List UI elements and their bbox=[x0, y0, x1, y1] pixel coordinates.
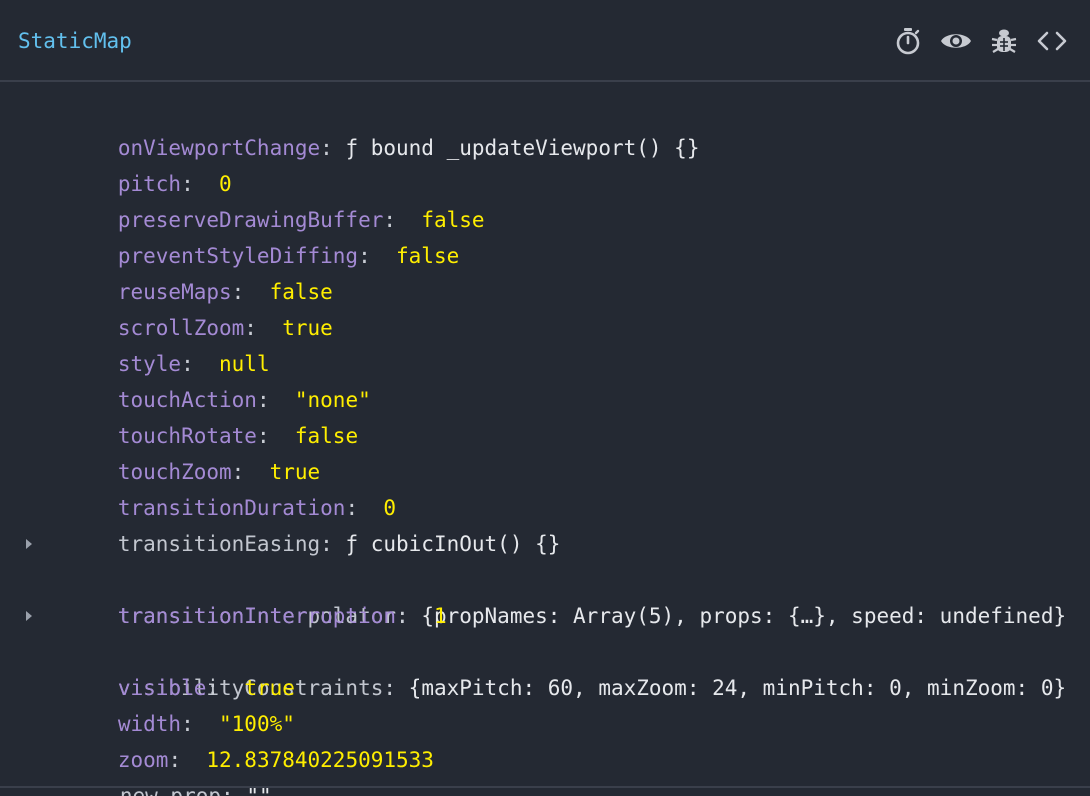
bottom-divider bbox=[0, 786, 1090, 788]
props-list: onViewportChange: ƒ bound _updateViewpor… bbox=[0, 94, 1090, 796]
component-title: StaticMap bbox=[18, 29, 132, 53]
clipped-prop-row bbox=[42, 64, 362, 82]
prop-row-touchRotate[interactable]: touchRotate: false bbox=[0, 382, 1090, 448]
prop-row-preserveDrawingBuffer[interactable]: preserveDrawingBuffer: false bbox=[0, 166, 1090, 232]
prop-row-pitch[interactable]: pitch: 0 bbox=[0, 130, 1090, 196]
prop-row-transitionInterruption[interactable]: transitionInterruption: 1 bbox=[0, 562, 1090, 628]
component-props-panel: StaticMap onViewportChange: ƒ bound _upd… bbox=[0, 0, 1090, 796]
prop-row-transitionDuration[interactable]: transitionDuration: 0 bbox=[0, 454, 1090, 520]
prop-row-onViewportChange[interactable]: onViewportChange: ƒ bound _updateViewpor… bbox=[0, 94, 1090, 160]
expand-arrow-icon[interactable] bbox=[22, 598, 36, 634]
prop-row-transitionEasing[interactable]: transitionEasing: ƒ cubicInOut() {} bbox=[0, 490, 1090, 556]
prop-row-scrollZoom[interactable]: scrollZoom: true bbox=[0, 274, 1090, 340]
prop-row-touchAction[interactable]: touchAction: "none" bbox=[0, 346, 1090, 412]
bug-icon[interactable] bbox=[988, 26, 1020, 56]
prop-row-style[interactable]: style: null bbox=[0, 310, 1090, 376]
prop-row-visible[interactable]: visible: true bbox=[0, 634, 1090, 700]
prop-row-zoom[interactable]: zoom: 12.837840225091533 bbox=[0, 706, 1090, 772]
eye-icon[interactable] bbox=[940, 26, 972, 56]
prop-row-width[interactable]: width: "100%" bbox=[0, 670, 1090, 736]
prop-row-preventStyleDiffing[interactable]: preventStyleDiffing: false bbox=[0, 202, 1090, 268]
expand-arrow-icon[interactable] bbox=[22, 526, 36, 562]
prop-row-visibilityConstraints[interactable]: visibilityConstraints: {maxPitch: 60, ma… bbox=[0, 598, 1090, 700]
prop-row-transitionInterpolator[interactable]: transitionInterpolator: {propNames: Arra… bbox=[0, 526, 1090, 628]
new-prop-row[interactable]: new prop: "" bbox=[0, 742, 1090, 796]
prop-row-reuseMaps[interactable]: reuseMaps: false bbox=[0, 238, 1090, 304]
header-toolbar bbox=[876, 26, 1068, 56]
prop-row-touchZoom[interactable]: touchZoom: true bbox=[0, 418, 1090, 484]
stopwatch-icon[interactable] bbox=[892, 26, 924, 56]
code-icon[interactable] bbox=[1036, 26, 1068, 56]
